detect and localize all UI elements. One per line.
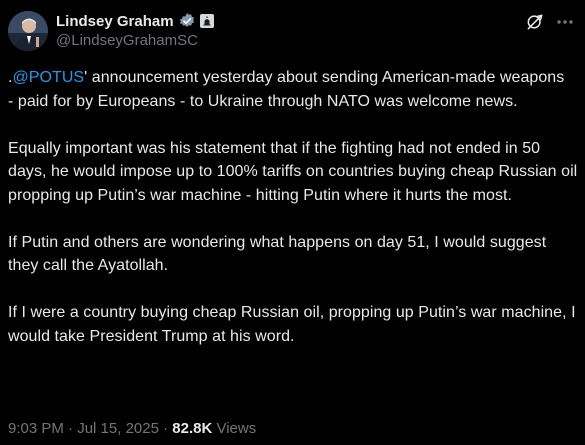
government-badge-icon[interactable]: [199, 14, 214, 28]
more-options-icon[interactable]: [555, 12, 575, 32]
post-paragraph-2: Equally important was his statement that…: [8, 139, 582, 204]
meta-separator: ·: [158, 420, 173, 437]
name-row: Lindsey Graham: [56, 11, 545, 31]
post-paragraph-3: If Putin and others are wondering what h…: [8, 233, 551, 275]
verified-badge-icon[interactable]: [178, 12, 196, 30]
post-time[interactable]: 9:03 PM: [8, 420, 64, 437]
author-name[interactable]: Lindsey Graham: [56, 13, 174, 30]
post-paragraph-1: .@POTUS' announcement yesterday about se…: [8, 66, 578, 113]
views-count: 82.8K: [172, 420, 213, 437]
post-text: .@POTUS' announcement yesterday about se…: [8, 66, 578, 372]
avatar[interactable]: [8, 11, 48, 51]
post-paragraph-1-text: ' announcement yesterday about sending A…: [8, 69, 574, 110]
post-paragraph-4: If I were a country buying cheap Russian…: [8, 304, 581, 345]
grok-icon[interactable]: [525, 12, 545, 32]
views-label: Views: [212, 420, 257, 437]
post-header: Lindsey Graham @LindseyGrahamSC: [56, 11, 545, 51]
post-date[interactable]: Jul 15, 2025: [77, 420, 159, 437]
meta-separator: ·: [63, 420, 78, 437]
post-meta: 9:03 PM · Jul 15, 2025 · 82.8K Views: [8, 419, 256, 439]
post: Lindsey Graham @LindseyGrahamSC .@POTUS'…: [0, 0, 585, 445]
author-handle[interactable]: @LindseyGrahamSC: [56, 31, 545, 51]
mention-link[interactable]: @POTUS: [13, 69, 85, 86]
